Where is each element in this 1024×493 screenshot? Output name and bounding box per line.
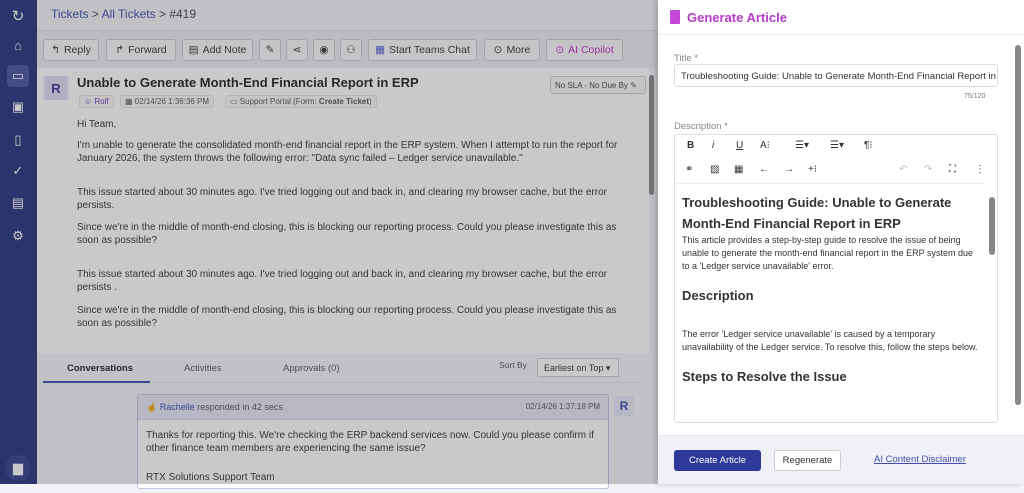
fullscreen-icon[interactable]: ⛶ bbox=[949, 164, 956, 175]
panel-footer: Create Article Regenerate AI Content Dis… bbox=[658, 435, 1024, 484]
title-label: Title * bbox=[674, 53, 698, 64]
article-icon bbox=[670, 10, 680, 24]
editor-content[interactable]: Troubleshooting Guide: Unable to Generat… bbox=[675, 183, 985, 423]
link-icon[interactable]: ⚭ bbox=[685, 164, 693, 175]
content-heading: Troubleshooting Guide: Unable to Generat… bbox=[682, 195, 952, 231]
title-input[interactable]: Troubleshooting Guide: Unable to Generat… bbox=[674, 64, 998, 87]
redo-icon[interactable]: ↷ bbox=[924, 164, 932, 175]
indent-icon[interactable]: → bbox=[784, 164, 794, 175]
content-paragraph: This article provides a step-by-step gui… bbox=[682, 235, 974, 271]
generate-article-panel: Generate Article Title * Troubleshooting… bbox=[658, 0, 1024, 484]
char-count: 75/120 bbox=[964, 93, 986, 100]
description-label: Description * bbox=[674, 121, 728, 132]
undo-icon[interactable]: ↶ bbox=[899, 164, 907, 175]
description-editor: B i U A⁝ ☰▾ ☰▾ ¶⁝ ⚭ ▨ ▦ ← → +⁝ ↶ ↷ ⛶ ⋮ T… bbox=[674, 134, 998, 423]
panel-header: Generate Article bbox=[658, 0, 1024, 35]
content-heading: Description bbox=[682, 288, 754, 303]
modal-backdrop[interactable] bbox=[0, 0, 658, 484]
editor-toolbar-row: B i U A⁝ ☰▾ ☰▾ ¶⁝ bbox=[675, 135, 997, 159]
font-size-icon[interactable]: A⁝ bbox=[760, 140, 770, 151]
ordered-list-icon[interactable]: ☰▾ bbox=[795, 140, 809, 151]
panel-scrollbar[interactable] bbox=[1015, 45, 1021, 405]
paragraph-icon[interactable]: ¶⁝ bbox=[864, 140, 873, 151]
italic-icon[interactable]: i bbox=[712, 140, 714, 151]
panel-title: Generate Article bbox=[687, 9, 787, 25]
insert-more-icon[interactable]: +⁝ bbox=[808, 164, 817, 175]
outdent-icon[interactable]: ← bbox=[759, 164, 769, 175]
create-article-button[interactable]: Create Article bbox=[674, 450, 761, 471]
more-options-icon[interactable]: ⋮ bbox=[975, 164, 985, 175]
content-heading: Steps to Resolve the Issue bbox=[682, 369, 847, 384]
bold-icon[interactable]: B bbox=[687, 140, 694, 151]
content-paragraph: The error 'Ledger service unavailable' i… bbox=[682, 329, 978, 352]
ai-content-disclaimer-link[interactable]: AI Content Disclaimer bbox=[874, 454, 966, 465]
regenerate-button[interactable]: Regenerate bbox=[774, 450, 841, 471]
underline-icon[interactable]: U bbox=[736, 140, 743, 151]
editor-scrollbar[interactable] bbox=[989, 197, 995, 255]
image-icon[interactable]: ▨ bbox=[710, 164, 719, 175]
table-icon[interactable]: ▦ bbox=[734, 164, 743, 175]
bullet-list-icon[interactable]: ☰▾ bbox=[830, 140, 844, 151]
editor-toolbar-row: ⚭ ▨ ▦ ← → +⁝ ↶ ↷ ⛶ ⋮ bbox=[675, 159, 997, 183]
